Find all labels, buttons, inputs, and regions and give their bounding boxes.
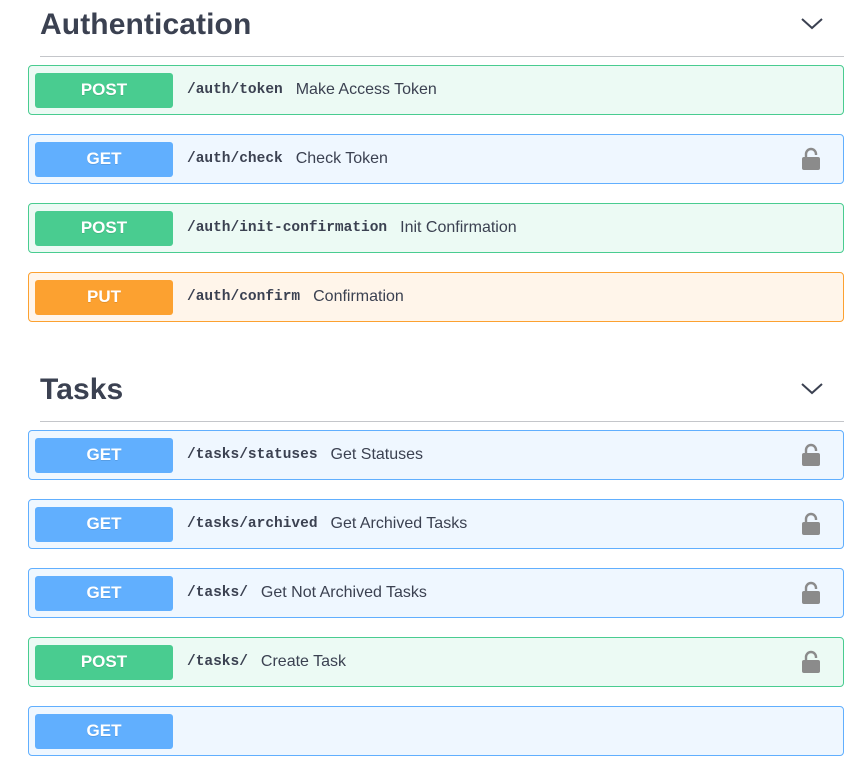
operation-path: /tasks/ <box>187 585 248 601</box>
chevron-down-icon[interactable] <box>792 369 832 409</box>
method-badge: PUT <box>35 279 173 315</box>
method-badge: GET <box>35 141 173 177</box>
operation-get-partial[interactable]: GET <box>28 706 844 756</box>
method-badge: POST <box>35 644 173 680</box>
operation-post-auth-token[interactable]: POST /auth/token Make Access Token <box>28 65 844 115</box>
operation-put-auth-confirm[interactable]: PUT /auth/confirm Confirmation <box>28 272 844 322</box>
operation-summary: Init Confirmation <box>400 219 517 236</box>
operation-path: /tasks/ <box>187 654 248 670</box>
operation-get-tasks-archived[interactable]: GET /tasks/archived Get Archived Tasks <box>28 499 844 549</box>
operation-summary: Get Statuses <box>330 446 424 463</box>
lock-icon[interactable] <box>801 147 821 171</box>
operations-list: Authentication POST /auth/token Make Acc… <box>28 0 844 775</box>
operation-summary: Get Not Archived Tasks <box>260 584 427 601</box>
operation-summary: Make Access Token <box>295 81 437 98</box>
operation-path: /tasks/statuses <box>187 447 318 463</box>
method-badge: GET <box>35 575 173 611</box>
operation-get-auth-check[interactable]: GET /auth/check Check Token <box>28 134 844 184</box>
section-header-authentication[interactable]: Authentication <box>40 0 844 57</box>
operation-path: /auth/init-confirmation <box>187 220 388 236</box>
operation-get-tasks-statuses[interactable]: GET /tasks/statuses Get Statuses <box>28 430 844 480</box>
operation-path: /tasks/archived <box>187 516 318 532</box>
operation-post-auth-init-confirmation[interactable]: POST /auth/init-confirmation Init Confir… <box>28 203 844 253</box>
chevron-down-icon[interactable] <box>792 4 832 44</box>
method-badge: GET <box>35 437 173 473</box>
operation-post-tasks[interactable]: POST /tasks/ Create Task <box>28 637 844 687</box>
method-badge: GET <box>35 506 173 542</box>
operation-path: /auth/check <box>187 151 283 167</box>
lock-icon[interactable] <box>801 512 821 536</box>
method-badge: POST <box>35 72 173 108</box>
lock-icon[interactable] <box>801 581 821 605</box>
section-header-tasks[interactable]: Tasks <box>40 357 844 422</box>
operation-summary: Check Token <box>295 150 388 167</box>
operation-get-tasks[interactable]: GET /tasks/ Get Not Archived Tasks <box>28 568 844 618</box>
section-title: Tasks <box>40 373 124 406</box>
lock-icon[interactable] <box>801 443 821 467</box>
lock-icon[interactable] <box>801 650 821 674</box>
operation-summary: Create Task <box>260 653 346 670</box>
operation-summary: Get Archived Tasks <box>330 515 468 532</box>
operation-summary: Confirmation <box>313 288 404 305</box>
section-title: Authentication <box>40 8 252 41</box>
operation-path: /auth/confirm <box>187 289 301 305</box>
operation-path: /auth/token <box>187 82 283 98</box>
method-badge: POST <box>35 210 173 246</box>
method-badge: GET <box>35 713 173 749</box>
